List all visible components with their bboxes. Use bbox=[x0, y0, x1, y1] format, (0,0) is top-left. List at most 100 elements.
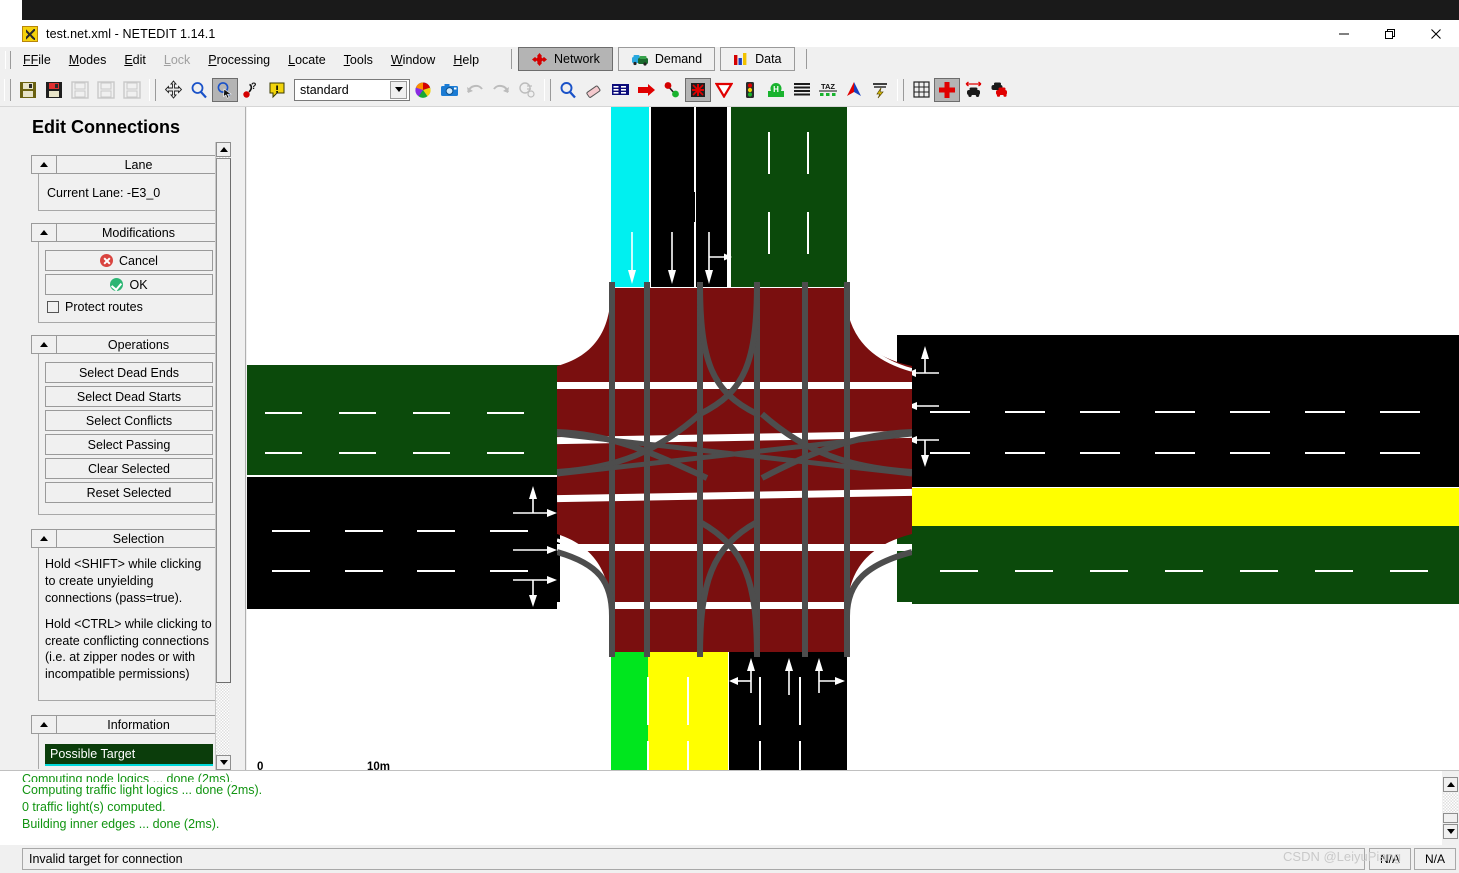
clear-selected-button[interactable]: Clear Selected bbox=[45, 458, 213, 479]
warning-icon[interactable] bbox=[264, 78, 290, 102]
junction-shape-icon[interactable] bbox=[934, 77, 960, 102]
collapse-up-icon[interactable] bbox=[31, 155, 57, 174]
additional-mode-icon[interactable]: H bbox=[763, 78, 789, 102]
scroll-down-arrow-icon[interactable] bbox=[216, 755, 231, 770]
inspect-magnifier-icon[interactable] bbox=[555, 78, 581, 102]
crossing-mode-icon[interactable] bbox=[789, 78, 815, 102]
collapse-up-icon[interactable] bbox=[31, 335, 57, 354]
toolbar-grip-2[interactable] bbox=[149, 78, 156, 101]
zoom-icon[interactable] bbox=[186, 78, 212, 102]
menu-modes[interactable]: Modes bbox=[60, 50, 116, 70]
cancel-button[interactable]: Cancel bbox=[45, 250, 213, 271]
taz-mode-icon[interactable]: TAZ bbox=[815, 78, 841, 102]
locate-help-icon[interactable]: ? bbox=[238, 78, 264, 102]
save-data-icon bbox=[119, 78, 145, 102]
select-dead-starts-button[interactable]: Select Dead Starts bbox=[45, 386, 213, 407]
scroll-up-arrow-icon[interactable] bbox=[216, 142, 231, 157]
select-dead-ends-button[interactable]: Select Dead Ends bbox=[45, 362, 213, 383]
delete-eraser-icon[interactable] bbox=[581, 78, 607, 102]
save-network-icon[interactable] bbox=[15, 78, 41, 102]
modifications-group-label[interactable]: Modifications bbox=[57, 223, 221, 242]
selection-group: Selection Hold <SHIFT> while clicking to… bbox=[31, 529, 221, 702]
lane-east-yellow[interactable] bbox=[897, 488, 1459, 526]
save-network-as-icon[interactable] bbox=[41, 78, 67, 102]
lane-arrow-right-up bbox=[815, 658, 845, 693]
log-scrollbar[interactable] bbox=[1442, 771, 1459, 846]
select-lanes-icon[interactable] bbox=[607, 78, 633, 102]
select-conflicts-button[interactable]: Select Conflicts bbox=[45, 410, 213, 431]
traffic-light-icon[interactable] bbox=[737, 78, 763, 102]
lane-marking bbox=[345, 570, 383, 572]
lane-marking bbox=[1080, 452, 1120, 454]
menu-processing[interactable]: Processing bbox=[199, 50, 279, 70]
menu-locate[interactable]: Locate bbox=[279, 50, 335, 70]
minimize-button[interactable] bbox=[1321, 20, 1367, 47]
lane-group-label[interactable]: Lane bbox=[57, 155, 221, 174]
menu-file[interactable]: FFile bbox=[14, 50, 60, 70]
selection-group-label[interactable]: Selection bbox=[57, 529, 221, 548]
operations-group-header: Operations bbox=[31, 335, 221, 354]
lane-group: Lane Current Lane: -E3_0 bbox=[31, 155, 221, 211]
connection-mode-icon[interactable] bbox=[685, 77, 711, 102]
shape-mode-icon[interactable] bbox=[841, 78, 867, 102]
show-demand-elements-icon[interactable] bbox=[986, 78, 1012, 102]
spread-vehicles-icon[interactable] bbox=[960, 78, 986, 102]
panel-scrollbar[interactable] bbox=[215, 142, 231, 770]
lane-marking bbox=[413, 412, 450, 414]
lane-arrow-straight-right bbox=[705, 232, 732, 284]
collapse-up-icon[interactable] bbox=[31, 529, 57, 548]
toolbar-grip-1[interactable] bbox=[4, 78, 11, 101]
log-scrollbar-thumb[interactable] bbox=[1443, 813, 1458, 823]
color-wheel-icon[interactable] bbox=[410, 78, 436, 102]
lane-west-green[interactable] bbox=[247, 365, 560, 475]
protect-routes-checkbox[interactable]: Protect routes bbox=[45, 300, 213, 314]
move-arrow-icon[interactable] bbox=[633, 78, 659, 102]
tab-network[interactable]: Network bbox=[518, 47, 613, 71]
maximize-button[interactable] bbox=[1367, 20, 1413, 47]
menu-window[interactable]: Window bbox=[382, 50, 444, 70]
chevron-down-icon[interactable] bbox=[390, 80, 407, 99]
ok-button[interactable]: OK bbox=[45, 274, 213, 295]
close-button[interactable] bbox=[1413, 20, 1459, 47]
tab-demand-label: Demand bbox=[654, 52, 703, 66]
menu-tools[interactable]: Tools bbox=[335, 50, 382, 70]
wire-mode-icon[interactable] bbox=[867, 78, 893, 102]
view-scheme-select[interactable]: standard bbox=[294, 78, 410, 101]
junction-shape[interactable] bbox=[557, 282, 912, 657]
collapse-up-icon[interactable] bbox=[31, 715, 57, 735]
checkbox-box[interactable] bbox=[47, 301, 59, 313]
lane-north-green[interactable] bbox=[731, 107, 847, 287]
lane-marking bbox=[1005, 452, 1045, 454]
tab-demand[interactable]: Demand bbox=[617, 47, 716, 71]
data-bars-icon bbox=[734, 53, 747, 65]
information-group-label[interactable]: Information bbox=[57, 715, 221, 735]
information-group-body: Possible Target bbox=[45, 732, 213, 767]
collapse-up-icon[interactable] bbox=[31, 223, 57, 242]
reset-selected-button[interactable]: Reset Selected bbox=[45, 482, 213, 503]
camera-snapshot-icon[interactable] bbox=[436, 78, 462, 102]
menubar-grip[interactable] bbox=[5, 51, 11, 69]
network-canvas[interactable]: 0 10m bbox=[247, 107, 1459, 770]
message-log[interactable]: Computing node logics ... done (2ms). Co… bbox=[0, 770, 1459, 846]
information-group-header: Information bbox=[31, 715, 221, 735]
tab-data[interactable]: Data bbox=[720, 47, 795, 71]
menu-edit[interactable]: Edit bbox=[115, 50, 155, 70]
move-view-icon[interactable] bbox=[160, 78, 186, 102]
protect-routes-label: Protect routes bbox=[65, 300, 143, 314]
grid-icon[interactable] bbox=[908, 78, 934, 102]
operations-group-label[interactable]: Operations bbox=[57, 335, 221, 354]
toolbar-grip-3[interactable] bbox=[544, 78, 551, 101]
zoom-select-icon[interactable] bbox=[212, 77, 238, 102]
select-passing-button[interactable]: Select Passing bbox=[45, 434, 213, 455]
lane-marking bbox=[1015, 570, 1053, 572]
scroll-up-arrow-icon[interactable] bbox=[1443, 777, 1458, 792]
scroll-down-arrow-icon[interactable] bbox=[1443, 824, 1458, 839]
scrollbar-thumb[interactable] bbox=[216, 158, 231, 683]
lane-east-green[interactable] bbox=[897, 526, 1459, 604]
compute-path-icon bbox=[514, 78, 540, 102]
create-edge-icon[interactable] bbox=[659, 78, 685, 102]
lane-south-green[interactable] bbox=[611, 651, 648, 770]
menu-help[interactable]: Help bbox=[444, 50, 488, 70]
toolbar-grip-4[interactable] bbox=[897, 78, 904, 101]
prohibition-yield-icon[interactable] bbox=[711, 78, 737, 102]
